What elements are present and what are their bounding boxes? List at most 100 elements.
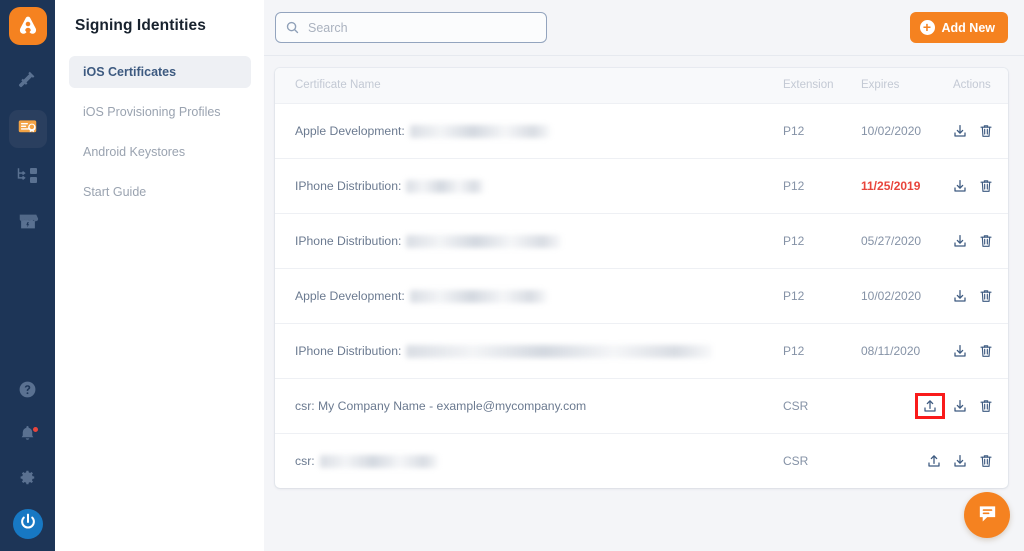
sidebar-item-start-guide[interactable]: Start Guide <box>69 176 251 208</box>
table-row: IPhone Distribution: P12 05/27/2020 <box>275 213 1008 269</box>
cell-actions <box>933 158 1008 214</box>
column-header-certificate-name: Certificate Name <box>275 68 763 104</box>
certificate-name-label: IPhone Distribution: <box>295 233 402 248</box>
download-icon[interactable] <box>952 453 968 469</box>
trash-icon[interactable] <box>978 343 994 359</box>
certificate-name-label: IPhone Distribution: <box>295 343 402 358</box>
cell-actions <box>933 323 1008 379</box>
search-input[interactable] <box>275 12 547 43</box>
cell-extension: P12 <box>763 268 841 324</box>
column-header-expires: Expires <box>841 68 933 104</box>
redacted-name-blur <box>406 235 562 248</box>
trash-icon[interactable] <box>978 453 994 469</box>
cell-actions <box>933 268 1008 324</box>
column-header-actions: Actions <box>933 68 1008 104</box>
trash-icon[interactable] <box>978 123 994 139</box>
cell-extension: P12 <box>763 323 841 379</box>
redacted-name-blur <box>409 290 547 303</box>
icon-rail <box>0 0 55 551</box>
highlight-box <box>915 392 945 419</box>
trash-icon[interactable] <box>978 233 994 249</box>
row-action-group <box>933 343 994 359</box>
trash-icon[interactable] <box>978 288 994 304</box>
cell-certificate-name: Apple Development: <box>275 103 763 159</box>
download-icon[interactable] <box>952 233 968 249</box>
download-icon[interactable] <box>952 288 968 304</box>
cell-expires: 05/27/2020 <box>841 213 933 269</box>
redacted-name-blur <box>409 125 550 138</box>
secondary-sidebar: Signing Identities iOS Certificates iOS … <box>55 0 264 551</box>
download-icon[interactable] <box>952 123 968 139</box>
store-icon <box>17 210 39 237</box>
redacted-name-blur <box>406 180 485 193</box>
sidebar-item-ios-provisioning-profiles[interactable]: iOS Provisioning Profiles <box>69 96 251 128</box>
sidebar-item-label: Android Keystores <box>83 145 186 159</box>
main-content: + Add New Certificate Name Extension Exp… <box>264 0 1024 551</box>
certificate-name-label: csr: My Company Name - example@mycompany… <box>295 398 587 413</box>
sidebar-item-ios-certificates[interactable]: iOS Certificates <box>69 56 251 88</box>
row-action-group <box>933 288 994 304</box>
trash-icon[interactable] <box>978 178 994 194</box>
cell-extension: CSR <box>783 453 809 468</box>
upload-icon[interactable] <box>926 453 942 469</box>
table-row: IPhone Distribution: P12 11/25/2019 <box>275 158 1008 214</box>
table-row: csr: My Company Name - example@mycompany… <box>275 378 1008 434</box>
cell-certificate-name: csr: <box>275 433 763 488</box>
rail-item-signing-identities[interactable] <box>8 110 47 148</box>
upload-icon[interactable] <box>922 398 938 414</box>
rail-item-account[interactable] <box>12 509 43 539</box>
sidebar-item-label: Start Guide <box>83 185 147 199</box>
table-row: Apple Development: P12 10/02/2020 <box>275 268 1008 324</box>
sidebar-item-android-keystores[interactable]: Android Keystores <box>69 136 251 168</box>
certificate-name-label: IPhone Distribution: <box>295 178 402 193</box>
download-icon[interactable] <box>952 398 968 414</box>
rail-bottom-group <box>0 373 55 543</box>
sidebar-item-label: iOS Provisioning Profiles <box>83 105 221 119</box>
sidebar-item-label: iOS Certificates <box>83 65 177 79</box>
cell-certificate-name: Apple Development: <box>275 268 763 324</box>
chat-message-icon <box>976 502 999 528</box>
hammer-icon <box>17 69 38 95</box>
rail-item-notifications[interactable] <box>9 417 47 455</box>
table-header-row: Certificate Name Extension Expires Actio… <box>275 68 1008 104</box>
certificate-icon <box>17 116 38 142</box>
download-icon[interactable] <box>952 343 968 359</box>
table-body: Apple Development: P12 10/02/2020 IPhone Di… <box>275 103 1008 488</box>
chat-support-button[interactable] <box>964 492 1010 538</box>
cell-extension: P12 <box>763 103 841 159</box>
page-title: Signing Identities <box>75 17 206 34</box>
cell-certificate-name: IPhone Distribution: <box>275 158 763 214</box>
row-action-group <box>933 123 994 139</box>
certificate-name-label: Apple Development: <box>295 123 405 138</box>
toolbar: + Add New <box>264 0 1024 56</box>
cell-actions <box>933 103 1008 159</box>
table-row: csr: CSR <box>275 433 1008 488</box>
row-action-group <box>928 453 994 469</box>
column-header-extension: Extension <box>763 68 841 104</box>
notification-badge-dot <box>31 426 39 433</box>
cell-certificate-name: csr: My Company Name - example@mycompany… <box>275 378 763 434</box>
certificates-table: Certificate Name Extension Expires Actio… <box>275 68 1008 488</box>
rail-item-help[interactable] <box>9 373 47 411</box>
certificate-name-label: csr: <box>295 453 315 468</box>
add-new-label: Add New <box>941 20 995 35</box>
redacted-name-blur <box>319 455 438 469</box>
cell-expires-expired: 11/25/2019 <box>841 158 933 214</box>
rail-item-settings[interactable] <box>9 461 47 499</box>
help-circle-icon <box>18 380 37 404</box>
rail-item-workflows[interactable] <box>9 157 47 195</box>
app-logo-icon[interactable] <box>8 7 47 45</box>
download-icon[interactable] <box>952 178 968 194</box>
rail-item-marketplace[interactable] <box>9 204 47 242</box>
cell-extension: P12 <box>763 213 841 269</box>
rail-item-build[interactable] <box>9 63 47 101</box>
plus-circle-icon: + <box>919 20 935 35</box>
trash-icon[interactable] <box>978 398 994 414</box>
row-action-group <box>915 392 994 419</box>
cell-certificate-name: IPhone Distribution: <box>275 213 763 269</box>
cell-certificate-name: IPhone Distribution: <box>275 323 763 379</box>
cell-expires: 08/11/2020 <box>841 323 933 379</box>
cell-extension: CSR <box>763 378 841 434</box>
add-new-button[interactable]: + Add New <box>909 12 1008 43</box>
gear-icon <box>18 468 37 492</box>
